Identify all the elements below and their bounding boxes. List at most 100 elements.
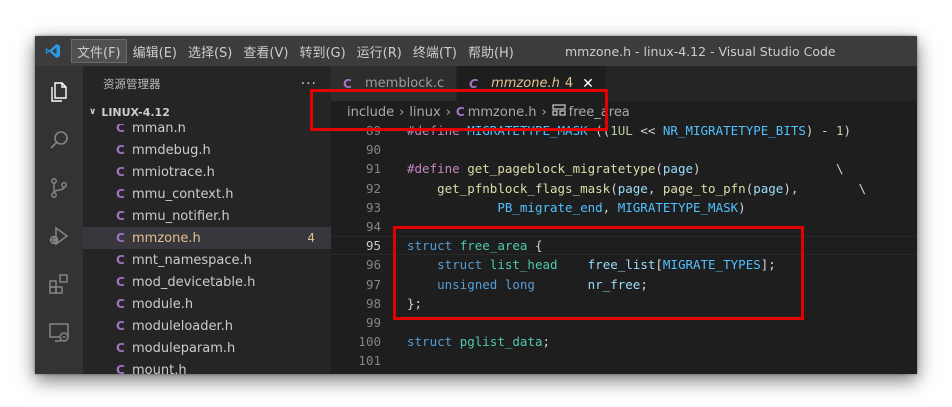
source-control-icon[interactable] [47, 176, 71, 200]
code-token: get_pfnblock_flags_mask [437, 180, 611, 196]
file-item[interactable]: Cmmzone.h 4 [83, 227, 331, 249]
file-name: mmdebug.h [132, 142, 211, 158]
folder-name: LINUX-4.12 [101, 105, 170, 119]
code-token: }; [407, 295, 423, 311]
code-editor[interactable]: 89 #define MIGRATETYPE_MASK ((1UL << NR_M… [331, 123, 917, 374]
code-token: struct [407, 238, 453, 254]
code-token: list_head [489, 257, 558, 273]
menu-item[interactable]: 文件(F) [71, 39, 127, 63]
code-token: ) - [805, 123, 837, 139]
vscode-window: 文件(F) 编辑(E) 选择(S) 查看(V) 转到(G) 运行(R) 终端(T) 帮助(H)… [35, 36, 917, 374]
code-token: ) \ [693, 161, 844, 177]
chevron-right-icon: › [445, 104, 451, 120]
file-name: module.h [132, 296, 194, 312]
code-line: 100 struct pglist_data; [331, 332, 917, 351]
c-file-icon: C [455, 105, 465, 119]
code-token: 1 [836, 123, 844, 139]
file-item[interactable]: Cmmu_notifier.h [83, 205, 331, 227]
line-text: #define MIGRATETYPE_MASK ((1UL << NR_MIG… [407, 123, 851, 138]
line-text: PB_migrate_end, MIGRATETYPE_MASK) [407, 199, 746, 215]
close-icon[interactable]: ✕ [582, 76, 594, 92]
c-file-icon: C [116, 124, 125, 135]
code-token: unsigned [437, 276, 498, 292]
file-name: mod_devicetable.h [132, 274, 256, 290]
tab-label: memblock.c [365, 76, 445, 91]
editor-tab[interactable]: Cmmzone.h 4 ✕ [457, 66, 607, 101]
file-name: mount.h [132, 362, 187, 375]
file-name: mmu_notifier.h [132, 208, 230, 224]
menu-item[interactable]: 转到(G) [294, 39, 350, 63]
menu-item[interactable]: 查看(V) [238, 39, 293, 63]
code-line: 101 [331, 351, 917, 370]
file-item[interactable]: Cmoduleloader.h [83, 315, 331, 337]
line-text: struct free_area { [407, 238, 542, 253]
file-item[interactable]: Cmodule.h [83, 293, 331, 315]
code-line: 93 PB_migrate_end, MIGRATETYPE_MASK) [331, 198, 917, 217]
c-file-icon: C [343, 76, 352, 91]
code-token: nr_free [587, 276, 641, 292]
search-icon[interactable] [47, 128, 71, 152]
problem-count-badge: 4 [307, 231, 315, 245]
breadcrumb-item[interactable]: free_area [569, 105, 630, 120]
menu-item[interactable]: 帮助(H) [463, 39, 519, 63]
code-token: ]; [760, 257, 776, 273]
run-debug-icon[interactable] [47, 224, 71, 248]
file-name: moduleloader.h [132, 318, 234, 334]
code-token: [ [655, 257, 663, 273]
chevron-right-icon: › [541, 104, 547, 120]
breadcrumb-item[interactable]: linux [409, 105, 440, 120]
struct-icon [552, 104, 566, 120]
tab-bar: Cmemblock.c Cmmzone.h 4 ✕ [331, 66, 917, 101]
code-token: #define [407, 161, 460, 177]
file-item[interactable]: Cmman.h [83, 124, 331, 139]
line-number: 93 [365, 199, 381, 215]
code-token: ), \ [783, 180, 867, 196]
file-item[interactable]: Cmmdebug.h [83, 139, 331, 161]
remote-explorer-icon[interactable] [47, 320, 71, 344]
activity-bar [35, 66, 83, 374]
c-file-icon: C [116, 363, 125, 374]
more-actions-button[interactable]: ··· [301, 76, 317, 92]
editor-tab[interactable]: Cmemblock.c [331, 66, 458, 101]
line-number: 89 [365, 123, 381, 139]
code-token: (( [587, 123, 611, 139]
explorer-icon[interactable] [47, 80, 71, 104]
code-token: ) [843, 123, 852, 139]
line-number: 96 [365, 257, 381, 273]
file-item[interactable]: Cmnt_namespace.h [83, 249, 331, 271]
menu-item[interactable]: 终端(T) [408, 39, 462, 63]
file-item[interactable]: Cmmiotrace.h [83, 161, 331, 183]
file-name: mman.h [132, 124, 186, 136]
code-line: 98}; [331, 294, 917, 313]
code-token: long [504, 276, 535, 292]
menu-item[interactable]: 选择(S) [183, 39, 237, 63]
code-line: 94 [331, 217, 917, 236]
menu-item[interactable]: 运行(R) [352, 39, 407, 63]
editor-area: Cmemblock.c Cmmzone.h 4 ✕ include › linux › Cmm… [331, 66, 917, 374]
folder-header[interactable]: ∨ LINUX-4.12 [83, 101, 331, 123]
file-item[interactable]: Cmod_devicetable.h [83, 271, 331, 293]
tab-label: mmzone.h [491, 76, 560, 91]
file-item[interactable]: Cmmu_context.h [83, 183, 331, 205]
code-line: 96 struct list_head free_list[MIGRATE_TY… [331, 255, 917, 274]
file-item[interactable]: Cmoduleparam.h [83, 337, 331, 359]
code-token: ( [655, 161, 663, 177]
code-token: , [647, 180, 663, 196]
breadcrumb: include › linux › Cmmzone.h › free_area [331, 101, 917, 123]
line-text: #define get_pageblock_migratetype(page) … [407, 161, 844, 176]
breadcrumb-item[interactable]: include [347, 105, 394, 120]
breadcrumb-item[interactable]: mmzone.h [468, 105, 537, 120]
line-number: 97 [365, 276, 381, 292]
file-item[interactable]: Cmount.h [83, 359, 331, 375]
menu-item[interactable]: 编辑(E) [128, 39, 182, 63]
line-number: 90 [365, 142, 381, 158]
extensions-icon[interactable] [47, 272, 71, 296]
code-line: 89 #define MIGRATETYPE_MASK ((1UL << NR_M… [331, 123, 917, 140]
c-file-icon: C [116, 275, 125, 289]
line-number: 91 [365, 161, 381, 177]
code-token: ) [738, 199, 746, 215]
code-token: MIGRATE_TYPES [662, 257, 761, 273]
